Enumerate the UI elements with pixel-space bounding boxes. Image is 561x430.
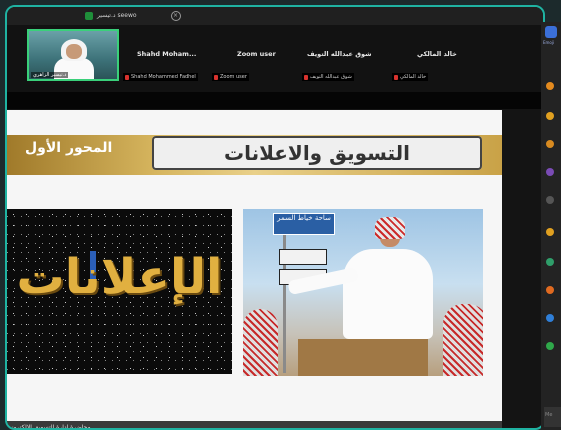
participant-name-2: Zoom user [237, 50, 276, 58]
background-person [243, 309, 278, 376]
participant-tile-1[interactable]: Shahd Mohammed Fadhel [123, 73, 198, 81]
share-toolbar [7, 92, 543, 109]
self-name-label: د.تيسير الزاهري [31, 72, 69, 78]
close-icon[interactable]: × [170, 10, 181, 21]
reaction-icon[interactable] [546, 112, 554, 120]
reaction-icon[interactable] [546, 82, 554, 90]
self-video-tile[interactable]: د.تيسير الزاهري [27, 29, 119, 81]
marketplace-photo: ساحة خياط السمر [243, 209, 483, 376]
background-person [443, 304, 483, 376]
date-boxes [298, 339, 428, 376]
meeting-window: د.تيسير seewo × د.تيسير الزاهري Shahd Mo… [5, 5, 545, 430]
reaction-icon[interactable] [546, 168, 554, 176]
participant-label-2: Zoom user [220, 74, 247, 80]
participant-name-1: Shahd Moham... [137, 50, 197, 58]
mic-muted-icon [304, 74, 308, 80]
man-shemagh [375, 217, 405, 239]
participant-name-4: خالد المالكي [417, 50, 457, 58]
advertising-image: الإعلانات [7, 209, 232, 374]
video-gallery: د.تيسير الزاهري Shahd Moham... Zoom user… [7, 25, 543, 95]
advertising-word: الإعلانات [16, 249, 224, 305]
reaction-icon[interactable] [546, 228, 554, 236]
mic-muted-icon [394, 74, 398, 80]
participant-tile-4[interactable]: خالد المالكي [392, 73, 429, 81]
reaction-icon[interactable] [546, 196, 554, 204]
participant-label-1: Shahd Mohammed Fadhel [131, 74, 196, 80]
participant-label-3: شوق عبدالله التويف [310, 74, 352, 80]
reaction-icon[interactable] [546, 342, 554, 350]
slide-footer: محاضرة ادارة التسويق الالكتروني [7, 421, 502, 428]
man-thobe [343, 249, 433, 339]
chat-input-placeholder: Me [545, 412, 553, 418]
mic-muted-icon [125, 74, 129, 80]
title-bar: د.تيسير seewo × [7, 7, 543, 25]
side-panel-label: Emoji [543, 40, 555, 45]
mic-muted-icon [214, 74, 218, 80]
app-icon [85, 11, 93, 20]
person-face [66, 44, 82, 59]
participant-tile-2[interactable]: Zoom user [212, 73, 249, 81]
emoji-icon[interactable] [545, 26, 557, 38]
participant-tile-3[interactable]: شوق عبدالله التويف [302, 73, 354, 81]
reaction-icon[interactable] [546, 314, 554, 322]
shared-slide: التسويق والاعلانات المحور الأول الإعلانا… [7, 110, 502, 421]
reaction-icon[interactable] [546, 258, 554, 266]
app-tab[interactable]: د.تيسير seewo × [85, 9, 181, 22]
tab-title: د.تيسير seewo [97, 12, 137, 19]
reaction-icon[interactable] [546, 140, 554, 148]
slide-axis-label: المحور الأول [25, 140, 113, 156]
side-panel: Emoji Me [541, 22, 561, 430]
participant-label-4: خالد المالكي [400, 74, 427, 80]
participant-name-3: شوق عبدالله التويف [307, 50, 372, 58]
arrow-sign [279, 249, 327, 265]
reaction-icon[interactable] [546, 286, 554, 294]
road-sign: ساحة خياط السمر [273, 213, 335, 235]
slide-title: التسويق والاعلانات [152, 136, 482, 170]
